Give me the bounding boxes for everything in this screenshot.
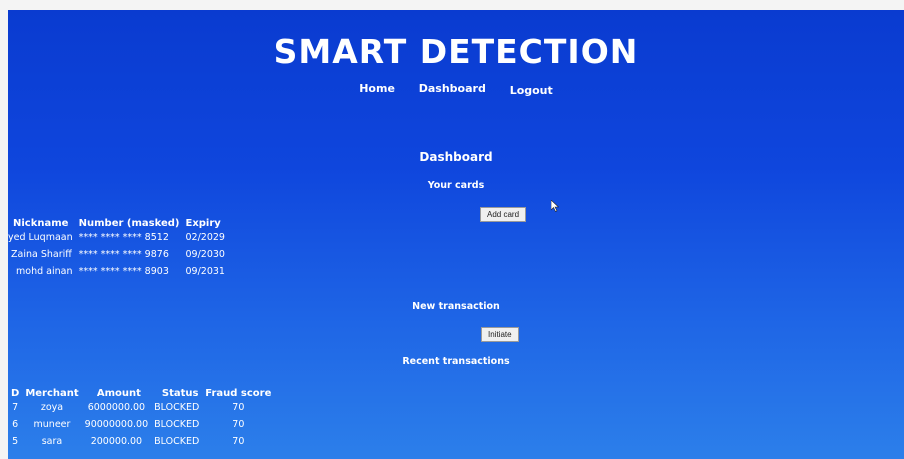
cards-header-row: Nickname Number (masked) Expiry bbox=[8, 218, 228, 229]
tx-status: BLOCKED bbox=[154, 436, 200, 447]
nav-dashboard-link[interactable]: Dashboard bbox=[419, 82, 486, 95]
card-expiry: 09/2030 bbox=[185, 249, 225, 260]
add-card-button[interactable]: Add card bbox=[480, 207, 527, 222]
nav-logout-link[interactable]: Logout bbox=[510, 84, 553, 97]
card-number: **** **** **** 9876 bbox=[78, 249, 169, 260]
new-transaction-heading: New transaction bbox=[412, 301, 500, 312]
tx-status: BLOCKED bbox=[154, 402, 200, 413]
tx-amount: 6000000.00 bbox=[87, 402, 146, 413]
col-status: Status bbox=[161, 388, 199, 399]
card-expiry: 09/2031 bbox=[185, 266, 225, 277]
tx-status: BLOCKED bbox=[154, 419, 200, 430]
nav-home-link[interactable]: Home bbox=[359, 82, 395, 95]
col-fraud-score: Fraud score bbox=[205, 388, 272, 399]
transactions-table: D Merchant Amount Status Fraud score 7 z… bbox=[8, 388, 274, 450]
table-row: yed Luqmaan **** **** **** 8512 02/2029 bbox=[8, 229, 228, 246]
monitor-screen: SMART DETECTION Home Dashboard Logout Da… bbox=[8, 10, 904, 459]
initiate-button[interactable]: Initiate bbox=[481, 327, 519, 342]
top-nav: Home Dashboard Logout bbox=[8, 82, 904, 97]
tx-id: 6 bbox=[12, 419, 19, 430]
tx-header-row: D Merchant Amount Status Fraud score bbox=[8, 388, 274, 399]
table-row: 6 muneer 90000000.00 BLOCKED 70 bbox=[8, 416, 274, 433]
tx-fraud-score: 70 bbox=[232, 436, 245, 447]
card-nickname: mohd ainan bbox=[16, 266, 73, 277]
tx-merchant: sara bbox=[41, 436, 63, 447]
tx-id: 7 bbox=[12, 402, 19, 413]
table-row: 5 sara 200000.00 BLOCKED 70 bbox=[8, 433, 274, 450]
col-number: Number (masked) bbox=[78, 218, 180, 229]
table-row: Zaina Shariff **** **** **** 9876 09/203… bbox=[8, 246, 228, 263]
col-id: D bbox=[11, 388, 20, 399]
tx-merchant: muneer bbox=[33, 419, 71, 430]
tx-id: 5 bbox=[12, 436, 19, 447]
app-title: SMART DETECTION bbox=[273, 32, 639, 71]
card-nickname: yed Luqmaan bbox=[8, 232, 73, 243]
tx-fraud-score: 70 bbox=[232, 419, 245, 430]
card-expiry: 02/2029 bbox=[185, 232, 225, 243]
mouse-cursor-icon bbox=[551, 200, 559, 212]
dashboard-heading: Dashboard bbox=[419, 150, 493, 164]
tx-amount: 200000.00 bbox=[90, 436, 143, 447]
col-amount: Amount bbox=[96, 388, 141, 399]
cards-table: Nickname Number (masked) Expiry yed Luqm… bbox=[8, 218, 228, 280]
col-merchant: Merchant bbox=[25, 388, 79, 399]
recent-transactions-heading: Recent transactions bbox=[402, 356, 510, 367]
col-expiry: Expiry bbox=[185, 218, 221, 229]
tx-amount: 90000000.00 bbox=[84, 419, 149, 430]
tx-fraud-score: 70 bbox=[232, 402, 245, 413]
your-cards-heading: Your cards bbox=[427, 180, 485, 191]
card-number: **** **** **** 8512 bbox=[78, 232, 169, 243]
table-row: 7 zoya 6000000.00 BLOCKED 70 bbox=[8, 399, 274, 416]
table-row: mohd ainan **** **** **** 8903 09/2031 bbox=[8, 263, 228, 280]
tx-merchant: zoya bbox=[40, 402, 64, 413]
card-nickname: Zaina Shariff bbox=[11, 249, 72, 260]
col-nickname: Nickname bbox=[13, 218, 69, 229]
card-number: **** **** **** 8903 bbox=[78, 266, 169, 277]
